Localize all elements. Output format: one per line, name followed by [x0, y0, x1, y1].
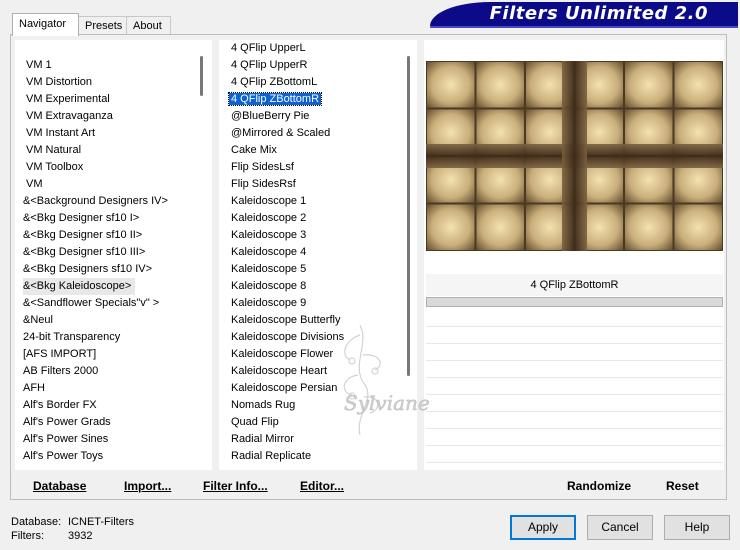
editor-button[interactable]: Editor...	[300, 479, 344, 493]
filter-scrollbar-thumb[interactable]	[407, 56, 410, 376]
parameter-row	[426, 327, 723, 344]
filter-item[interactable]: Radial Mirror	[231, 431, 294, 448]
title-banner: Filters Unlimited 2.0	[430, 2, 738, 26]
filter-item[interactable]: @Mirrored & Scaled	[231, 125, 330, 142]
category-item[interactable]: Alf's Power Sines	[23, 431, 112, 448]
tab-navigator-label: Navigator	[19, 18, 67, 30]
import-button[interactable]: Import...	[124, 479, 171, 493]
reset-button[interactable]: Reset	[666, 479, 699, 493]
tab-about-label: About	[133, 20, 162, 32]
category-item[interactable]: VM 1	[26, 57, 56, 74]
filter-item[interactable]: Kaleidoscope Persian	[231, 380, 337, 397]
filter-item[interactable]: Cake Mix	[231, 142, 277, 159]
filter-item[interactable]: Kaleidoscope Heart	[231, 363, 327, 380]
category-item[interactable]: 24-bit Transparency	[23, 329, 124, 346]
preview-caption: 4 QFlip ZBottomR	[426, 274, 723, 296]
database-button[interactable]: Database	[33, 479, 86, 493]
filter-item[interactable]: Kaleidoscope 5	[231, 261, 306, 278]
category-item[interactable]: &<Bkg Designer sf10 III>	[23, 244, 149, 261]
tab-presets-label: Presets	[85, 20, 123, 32]
category-item[interactable]: VM Distortion	[26, 74, 96, 91]
database-label: Database:	[11, 516, 62, 528]
cancel-button[interactable]: Cancel	[587, 515, 653, 540]
help-button[interactable]: Help	[664, 515, 730, 540]
filters-status: Filters: 3932	[11, 530, 92, 542]
parameter-row	[426, 446, 723, 463]
app-title: Filters Unlimited 2.0	[489, 3, 708, 24]
selected-filter-label: 4 QFlip ZBottomR	[227, 92, 323, 106]
category-item[interactable]: VM Natural	[26, 142, 85, 159]
filter-item[interactable]: Kaleidoscope Flower	[231, 346, 333, 363]
filter-list[interactable]: 4 QFlip UpperL 4 QFlip UpperR 4 QFlip ZBot…	[219, 40, 417, 470]
apply-button[interactable]: Apply	[510, 515, 576, 540]
filter-item[interactable]: Kaleidoscope 4	[231, 244, 306, 261]
filter-item[interactable]: 4 QFlip ZBottomR	[227, 91, 323, 108]
parameter-row	[426, 378, 723, 395]
filter-item[interactable]: Kaleidoscope 8	[231, 278, 306, 295]
category-item[interactable]: &<Bkg Kaleidoscope>	[23, 278, 136, 295]
category-item[interactable]: VM Experimental	[26, 91, 114, 108]
filter-item[interactable]: 4 QFlip UpperR	[231, 57, 307, 74]
filter-item[interactable]: Kaleidoscope 2	[231, 210, 306, 227]
category-item[interactable]: Alf's Power Toys	[23, 448, 107, 465]
category-item[interactable]: VM	[26, 176, 47, 193]
category-item[interactable]: AFH	[23, 380, 49, 397]
filter-item[interactable]: 4 QFlip UpperL	[231, 40, 306, 57]
filter-item[interactable]: Kaleidoscope Butterfly	[231, 312, 340, 329]
database-status: Database: ICNET-Filters	[11, 516, 134, 528]
category-item[interactable]: VM Extravaganza	[26, 108, 117, 125]
filter-item[interactable]: Kaleidoscope 9	[231, 295, 306, 312]
category-item[interactable]: &<Bkg Designers sf10 IV>	[23, 261, 156, 278]
filter-item[interactable]: Kaleidoscope 1	[231, 193, 306, 210]
preview-image	[426, 61, 723, 251]
randomize-button[interactable]: Randomize	[567, 479, 631, 493]
filter-item[interactable]: Kaleidoscope Divisions	[231, 329, 344, 346]
category-item[interactable]: VM Instant Art	[26, 125, 99, 142]
filter-item[interactable]: 4 QFlip ZBottomL	[231, 74, 317, 91]
parameter-row	[426, 344, 723, 361]
category-item[interactable]: &<Sandflower Specials"v" >	[23, 295, 163, 312]
parameter-area	[426, 310, 723, 470]
tab-navigator[interactable]: Navigator	[12, 13, 79, 36]
parameter-row	[426, 429, 723, 446]
category-item[interactable]: [AFS IMPORT]	[23, 346, 100, 363]
category-item[interactable]: &<Bkg Designer sf10 II>	[23, 227, 146, 244]
filter-item[interactable]: Radial Replicate	[231, 448, 311, 465]
filter-item[interactable]: Quad Flip	[231, 414, 279, 431]
filter-item[interactable]: Kaleidoscope 3	[231, 227, 306, 244]
parameter-row	[426, 310, 723, 327]
category-item[interactable]: &Neul	[23, 312, 57, 329]
parameter-row	[426, 412, 723, 429]
category-item[interactable]: VM Toolbox	[26, 159, 87, 176]
filter-item[interactable]: Flip SidesLsf	[231, 159, 294, 176]
parameter-row	[426, 361, 723, 378]
filters-count: 3932	[68, 530, 93, 542]
category-item[interactable]: AB Filters 2000	[23, 363, 102, 380]
filter-item[interactable]: Nomads Rug	[231, 397, 295, 414]
filters-label: Filters:	[11, 530, 44, 542]
category-scrollbar[interactable]	[198, 40, 206, 470]
category-item[interactable]: &<Background Designers IV>	[23, 193, 172, 210]
filter-item[interactable]: @BlueBerry Pie	[231, 108, 309, 125]
category-list[interactable]: VM 1 VM Distortion VM Experimental VM Extra…	[15, 40, 212, 470]
filter-item[interactable]: Flip SidesRsf	[231, 176, 296, 193]
parameter-row	[426, 395, 723, 412]
category-scrollbar-thumb[interactable]	[200, 56, 203, 96]
filter-info-button[interactable]: Filter Info...	[203, 479, 268, 493]
filter-scrollbar[interactable]	[405, 40, 413, 470]
tab-presets[interactable]: Presets	[78, 16, 127, 35]
category-item[interactable]: Alf's Power Grads	[23, 414, 115, 431]
preview-progress-bar	[426, 297, 723, 307]
category-item[interactable]: Alf's Border FX	[23, 397, 101, 414]
tab-about[interactable]: About	[126, 16, 171, 35]
database-value: ICNET-Filters	[68, 516, 134, 528]
category-item[interactable]: &<Bkg Designer sf10 I>	[23, 210, 143, 227]
